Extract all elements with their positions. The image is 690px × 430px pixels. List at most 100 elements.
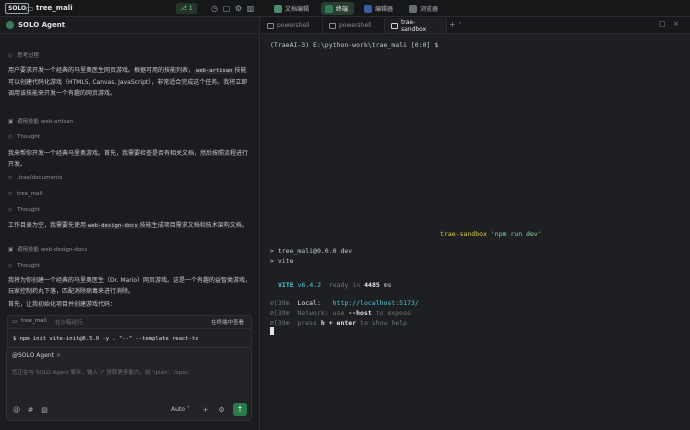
tab-label: 文档编辑 — [285, 6, 310, 13]
layout-icon[interactable]: ▥ — [245, 3, 256, 14]
sandbox-title: trae-sandbox 'npm run dev' — [440, 230, 542, 238]
gear-icon[interactable]: ⚙ — [233, 3, 244, 14]
branch-count: 1 — [188, 5, 193, 12]
agent-avatar — [6, 21, 14, 29]
vite-ready-line: VITE v6.4.2 ready in 4485 ms — [278, 281, 392, 289]
agent-panel: SOLO Agent ◇ 思考过程 用户要求开发一个经典的马里奥医生网页游戏。根据… — [0, 17, 260, 430]
browser-icon — [409, 4, 418, 13]
network-flag: --host — [348, 309, 372, 317]
brain-icon: ◇ — [8, 263, 13, 269]
chat-icon[interactable]: ▢ — [221, 3, 232, 14]
close-icon[interactable]: × — [673, 20, 679, 28]
close-icon[interactable]: × — [56, 352, 61, 359]
help-key: h + enter — [320, 319, 357, 327]
tab-label: trae-sandbox — [400, 18, 427, 33]
file-link[interactable]: ⊂ .trae/documents — [8, 173, 252, 184]
tool-call[interactable]: ▣ 调用技能 web-design-docs — [8, 245, 252, 256]
terminal-card-label: tree_mali — [21, 318, 47, 324]
new-tab-button[interactable]: + ˅ — [449, 20, 461, 29]
shell-prompt: (TraeAI-3) E:\python-work\trae_mali [0:0… — [270, 41, 439, 49]
thought-item[interactable]: ◇ Thought — [8, 261, 252, 272]
npm-run-line: > tree_mali@0.0.0 dev — [270, 247, 353, 255]
tab-powershell-2[interactable]: powershell — [323, 18, 385, 33]
tab-label: 终端 — [336, 6, 349, 13]
escape-code: ⌀[39m — [270, 319, 290, 327]
hash-icon[interactable]: # — [26, 406, 35, 415]
help-line: ⌀[39m press h + enter to show help — [270, 319, 407, 327]
send-button[interactable]: ↑ — [233, 403, 247, 416]
tab-label: 编辑器 — [375, 6, 394, 13]
local-url-link[interactable]: http://localhost:5173/ — [333, 299, 419, 307]
top-bar: SOLO ▭ tree_mali ⎇ 1 ◷ ▢ ⚙ ▥ 文档编辑 终端 编辑器… — [0, 0, 690, 17]
add-icon[interactable]: + — [201, 406, 210, 415]
view-in-terminal-link[interactable]: 在终端中查看 — [211, 318, 244, 326]
brain-icon: ◇ — [8, 53, 13, 59]
brain-icon: ◇ — [8, 207, 13, 213]
terminal-icon: ▭ — [12, 318, 18, 325]
clock-icon[interactable]: ◷ — [209, 3, 220, 14]
agent-header: SOLO Agent — [0, 17, 260, 34]
mention-text: @SOLO Agent — [12, 352, 55, 359]
tool-icon: ▣ — [8, 247, 14, 253]
tab-doc-edit[interactable]: 文档编辑 — [270, 2, 315, 15]
tool-call[interactable]: ▣ 调用技能 web-artisan — [8, 117, 252, 128]
agent-message: 我将为你创建一个经典的马里奥医生（Dr. Mario）网页游戏。这是一个有趣的益… — [8, 277, 252, 295]
sidebar-toggle-icon[interactable]: ▭ — [24, 3, 35, 14]
link-icon: ⊂ — [8, 191, 13, 197]
line-text: 技能生成项目需求文档和技术架构文档。 — [139, 222, 248, 229]
tab-trae-sandbox[interactable]: trae-sandbox — [385, 18, 447, 33]
agent-message: 我来帮你开发一个经典马里奥游戏。首先，我需要检查是否有相关文档，然后按照流程进行… — [8, 150, 249, 168]
terminal-panel: powershell powershell trae-sandbox + ˅ □… — [261, 17, 690, 430]
line-text: tree_mali — [17, 191, 43, 197]
terminal-icon — [391, 22, 398, 29]
line-text: Thought — [17, 207, 40, 213]
editor-icon — [364, 4, 373, 13]
inline-code: web-design-docs — [86, 223, 140, 229]
sandbox-command: 'npm run dev' — [490, 230, 542, 238]
tab-label: powershell — [339, 22, 372, 29]
terminal-icon — [325, 4, 334, 13]
link-icon: ⊂ — [8, 175, 13, 181]
thinking-toggle[interactable]: ◇ 思考过程 — [8, 51, 252, 62]
maximize-icon[interactable]: □ — [659, 20, 666, 28]
chevron-down-icon[interactable]: ˅ — [458, 22, 461, 29]
thought-item[interactable]: ◇ Thought — [8, 132, 252, 143]
network-line: ⌀[39m Network: use --host to expose — [270, 309, 411, 317]
line-text: 用户要求开发一个经典的马里奥医生网页游戏。根据可用的技能列表， — [8, 67, 195, 74]
line-text: Thought — [17, 263, 40, 269]
chat-input-placeholder[interactable]: 您正在与 SOLO Agent 聊天，输入 '/' 获取更多能力，如 '/pla… — [12, 368, 190, 376]
tab-powershell-1[interactable]: powershell — [261, 18, 323, 33]
ready-ms: 4485 — [364, 281, 380, 289]
agent-message: 首先，让我初始化项目并创建游戏代码： — [8, 301, 117, 308]
model-select[interactable]: Auto ˅ — [171, 406, 190, 413]
settings-icon[interactable]: ⚙ — [217, 406, 226, 415]
escape-code: ⌀[39m — [270, 309, 290, 317]
vite-version: v6.4.2 — [297, 281, 322, 289]
line-text: 调用技能 web-artisan — [17, 119, 74, 125]
line-text: 调用技能 web-design-docs — [17, 247, 88, 253]
ready-unit: ms — [383, 281, 392, 289]
image-icon[interactable]: ▨ — [40, 406, 49, 415]
agent-message: 用户要求开发一个经典的马里奥医生网页游戏。根据可用的技能列表， web-artis… — [8, 65, 252, 99]
tab-editor[interactable]: 编辑器 — [360, 2, 399, 15]
terminal-card-sub: 在沙箱运行 — [55, 320, 83, 326]
network-text: Network: use — [297, 309, 349, 317]
tab-terminal[interactable]: 终端 — [321, 2, 355, 15]
inline-code: web-artisan — [194, 68, 235, 74]
agent-title: SOLO Agent — [18, 21, 66, 29]
line-text: .trae/documents — [17, 175, 63, 181]
tab-browser[interactable]: 浏览器 — [405, 2, 444, 15]
project-name[interactable]: tree_mali — [36, 4, 73, 12]
chat-input-box[interactable]: @SOLO Agent × 您正在与 SOLO Agent 聊天，输入 '/' … — [6, 347, 252, 421]
terminal-command: $ npm init vite-init@6.5.0 -y . "--" --t… — [13, 336, 199, 342]
model-select-value: Auto — [171, 406, 185, 413]
thought-item[interactable]: ◇ Thought — [8, 205, 252, 216]
line-text: 思考过程 — [17, 53, 40, 59]
help-text: press — [297, 319, 321, 327]
help-text: to show help — [356, 319, 407, 327]
agent-mention[interactable]: @SOLO Agent × — [12, 352, 61, 359]
at-icon[interactable]: @ — [12, 406, 21, 415]
branch-badge[interactable]: ⎇ 1 — [176, 3, 197, 14]
file-link[interactable]: ⊂ tree_mali — [8, 189, 252, 200]
vite-line: > vite — [270, 257, 294, 265]
